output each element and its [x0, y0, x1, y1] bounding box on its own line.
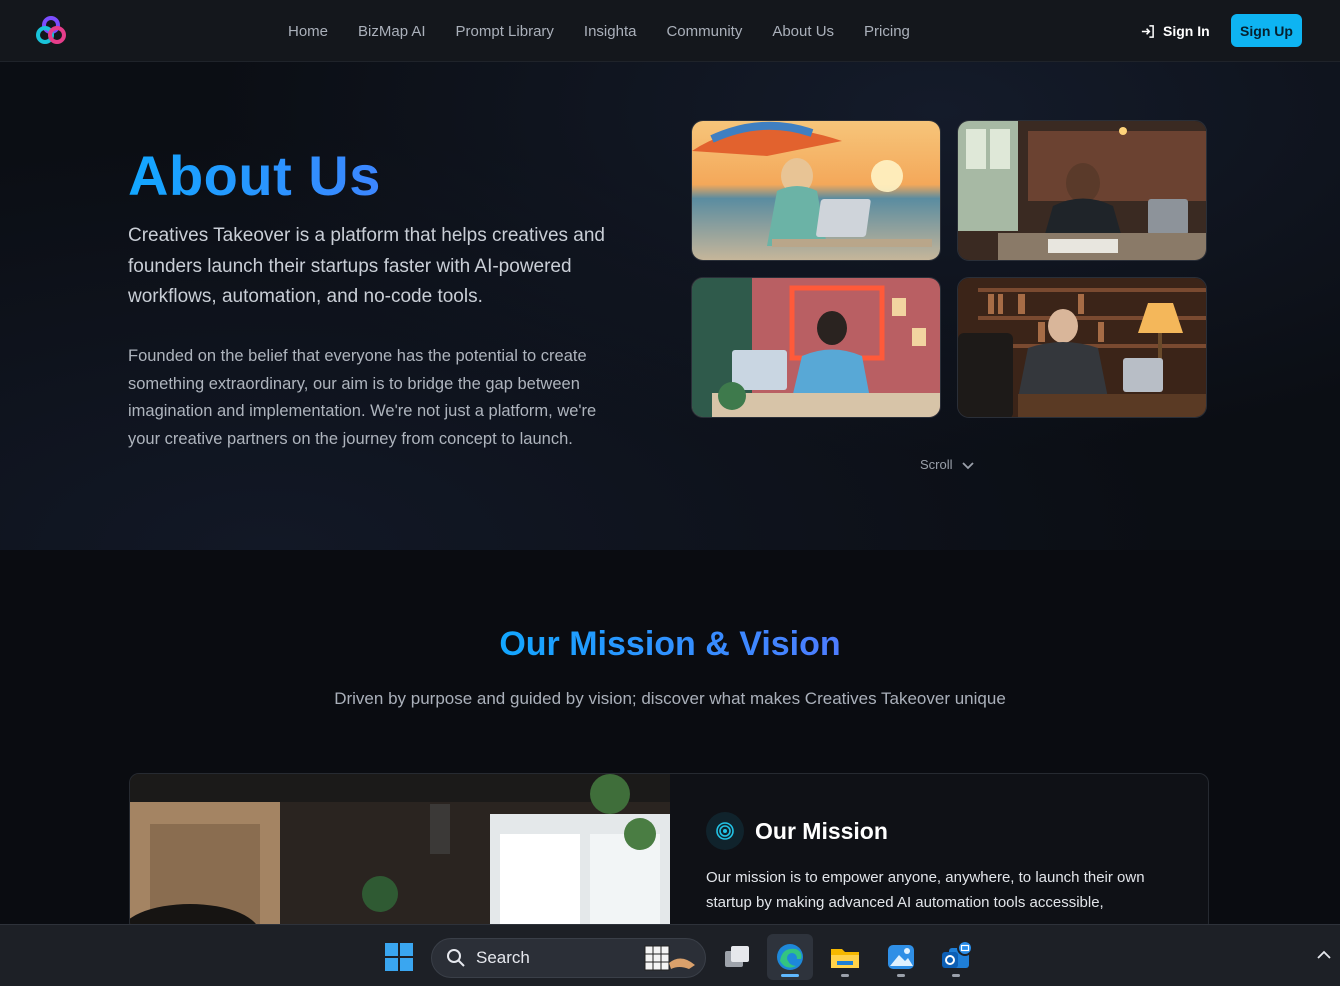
os-taskbar: Search: [0, 924, 1340, 986]
main-nav: Home BizMap AI Prompt Library Insighta C…: [288, 0, 940, 62]
mission-card: Our Mission Our mission is to empower an…: [129, 773, 1209, 933]
sudoku-highlight-icon: [644, 945, 695, 971]
target-icon: [706, 812, 744, 850]
sign-in-label: Sign In: [1163, 23, 1210, 39]
photos-app-icon[interactable]: [878, 934, 924, 980]
hero-body-text: Founded on the belief that everyone has …: [128, 347, 597, 448]
section-subtitle: Driven by purpose and guided by vision; …: [334, 689, 1006, 708]
search-label: Search: [476, 948, 530, 967]
chevron-down-icon: [961, 461, 974, 469]
mission-text: Our mission is to empower anyone, anywhe…: [706, 869, 1145, 911]
photo-beach-laptop: [691, 120, 941, 261]
mission-title: Our Mission: [755, 818, 888, 844]
photo-library-writer: [957, 277, 1207, 418]
nav-about-us[interactable]: About Us: [772, 23, 834, 40]
scroll-indicator[interactable]: Scroll: [920, 457, 975, 472]
nav-pricing[interactable]: Pricing: [864, 23, 910, 40]
about-hero: About Us Creatives Takeover is a platfor…: [0, 62, 1340, 550]
outlook-icon[interactable]: [933, 934, 979, 980]
hero-lead-text: Creatives Takeover is a platform that he…: [128, 225, 605, 307]
top-navbar: Home BizMap AI Prompt Library Insighta C…: [0, 0, 1340, 62]
sign-in-icon: [1141, 24, 1154, 38]
photo-student-laptop: [691, 277, 941, 418]
logo-icon[interactable]: [33, 13, 69, 49]
task-view-icon[interactable]: [714, 934, 760, 980]
active-indicator: [781, 974, 799, 977]
mission-vision-section: Our Mission & Vision Driven by purpose a…: [0, 550, 1340, 933]
nav-bizmap-ai[interactable]: BizMap AI: [358, 23, 426, 40]
sign-up-button[interactable]: Sign Up: [1231, 14, 1302, 47]
scroll-label: Scroll: [920, 457, 953, 472]
file-explorer-icon[interactable]: [822, 934, 868, 980]
section-title: Our Mission & Vision: [0, 625, 1340, 664]
search-icon: [447, 949, 465, 967]
running-indicator: [952, 974, 960, 977]
nav-community[interactable]: Community: [666, 23, 742, 40]
mission-photo: [130, 774, 670, 932]
running-indicator: [897, 974, 905, 977]
taskbar-search[interactable]: Search: [431, 938, 706, 978]
chevron-up-icon[interactable]: [1316, 949, 1332, 961]
sign-in-button[interactable]: Sign In: [1140, 20, 1210, 42]
page-title: About Us: [128, 144, 381, 207]
windows-start-icon[interactable]: [376, 934, 422, 980]
edge-browser-icon[interactable]: [767, 934, 813, 980]
nav-insighta[interactable]: Insighta: [584, 23, 637, 40]
nav-prompt-library[interactable]: Prompt Library: [456, 23, 554, 40]
section-title-text: Our Mission & Vision: [499, 625, 841, 663]
nav-home[interactable]: Home: [288, 23, 328, 40]
photo-loft-office: [957, 120, 1207, 261]
running-indicator: [841, 974, 849, 977]
